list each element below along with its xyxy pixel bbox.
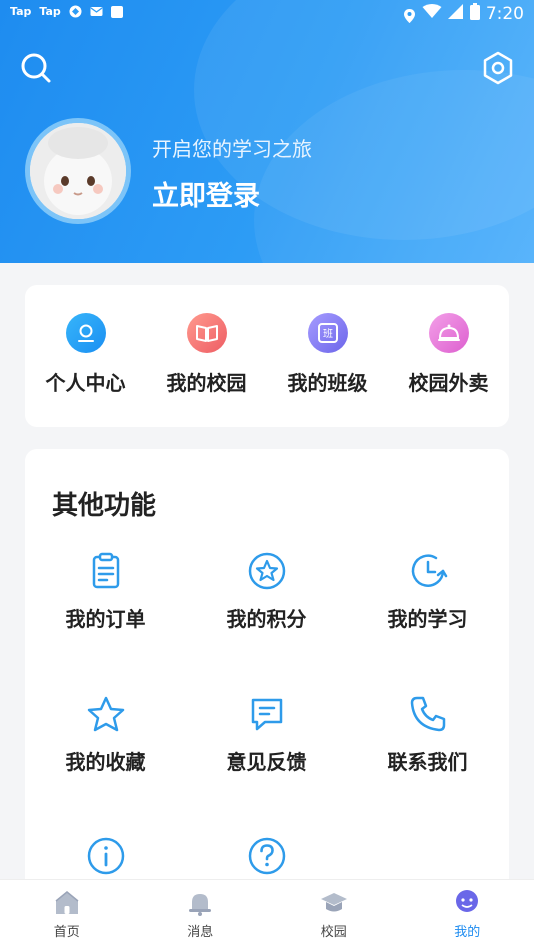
taptap-notification: Tap: [10, 5, 32, 18]
campus-icon: [320, 889, 348, 917]
grid-item-label: 我的学习: [387, 607, 468, 631]
quick-action-personal-center[interactable]: 个人中心: [25, 285, 146, 396]
tab-home[interactable]: 首页: [0, 880, 134, 950]
bell-icon: [186, 889, 214, 917]
about-item[interactable]: [25, 836, 186, 876]
mail-notification-icon: [90, 5, 103, 18]
clock-time: 7:20: [485, 4, 524, 24]
book-icon: [186, 313, 227, 353]
quick-action-my-class[interactable]: 班 我的班级: [267, 285, 388, 396]
star-icon: [86, 694, 126, 734]
contact-us-item[interactable]: 联系我们: [347, 694, 508, 775]
grid-item-label: 我的订单: [65, 607, 146, 631]
home-icon: [53, 889, 81, 917]
order-icon: [86, 551, 126, 591]
feedback-item[interactable]: 意见反馈: [186, 694, 347, 775]
avatar[interactable]: [25, 118, 131, 224]
search-icon[interactable]: [18, 50, 54, 86]
battery-icon: [469, 3, 480, 25]
grid-item-label: 联系我们: [387, 750, 468, 774]
my-points-item[interactable]: 我的积分: [186, 551, 347, 632]
tab-campus[interactable]: 校园: [267, 880, 401, 950]
tab-profile[interactable]: 我的: [401, 880, 534, 950]
feedback-icon: [247, 694, 287, 734]
grid-item-label: 我的收藏: [65, 750, 146, 774]
tab-label: 我的: [454, 925, 481, 940]
help-icon: [247, 836, 287, 876]
help-item[interactable]: [186, 836, 347, 876]
login-link[interactable]: 立即登录: [152, 174, 260, 213]
signal-icon: [447, 4, 464, 24]
profile-header: 开启您的学习之旅 立即登录: [0, 0, 534, 263]
my-study-item[interactable]: 我的学习: [347, 551, 508, 632]
info-icon: [86, 836, 126, 876]
study-icon: [408, 551, 448, 591]
class-icon: 班: [307, 313, 348, 353]
app-notification-icon: [69, 5, 82, 18]
taptap-notification: Tap: [39, 5, 61, 18]
bottom-tab-bar: 首页 消息 校园 我的: [0, 879, 534, 950]
my-favorites-item[interactable]: 我的收藏: [25, 694, 186, 775]
grid-item-label: 意见反馈: [226, 750, 307, 774]
quick-action-label: 个人中心: [45, 371, 126, 395]
wifi-icon: [422, 4, 442, 24]
my-orders-item[interactable]: 我的订单: [25, 551, 186, 632]
user-center-icon: [65, 313, 106, 353]
quick-action-my-campus[interactable]: 我的校园: [146, 285, 267, 396]
tab-label: 校园: [320, 925, 347, 940]
tab-label: 首页: [53, 925, 80, 940]
tab-label: 消息: [187, 925, 214, 940]
section-title: 其他功能: [52, 491, 157, 521]
other-functions-card: 其他功能 我的订单 我的积分 我的学习 我的收藏 意见反馈 联系我们: [25, 449, 509, 949]
profile-icon: [453, 889, 481, 917]
greeting-text: 开启您的学习之旅: [152, 137, 312, 161]
quick-action-campus-takeout[interactable]: 校园外卖: [388, 285, 509, 396]
svg-text:班: 班: [323, 328, 333, 340]
quick-action-label: 我的校园: [166, 371, 247, 395]
quick-actions-card: 个人中心 我的校园 班 我的班级 校园外卖: [25, 285, 509, 427]
grid-item-label: 我的积分: [226, 607, 307, 631]
location-icon: [403, 8, 416, 23]
points-icon: [247, 551, 287, 591]
cloche-icon: [428, 313, 469, 353]
a-notification-icon: [110, 5, 123, 18]
tab-messages[interactable]: 消息: [134, 880, 268, 950]
phone-icon: [408, 694, 448, 734]
quick-action-label: 我的班级: [287, 371, 368, 395]
status-bar: Tap Tap 7:20: [0, 0, 534, 28]
settings-icon[interactable]: [480, 50, 516, 86]
quick-action-label: 校园外卖: [408, 371, 489, 395]
